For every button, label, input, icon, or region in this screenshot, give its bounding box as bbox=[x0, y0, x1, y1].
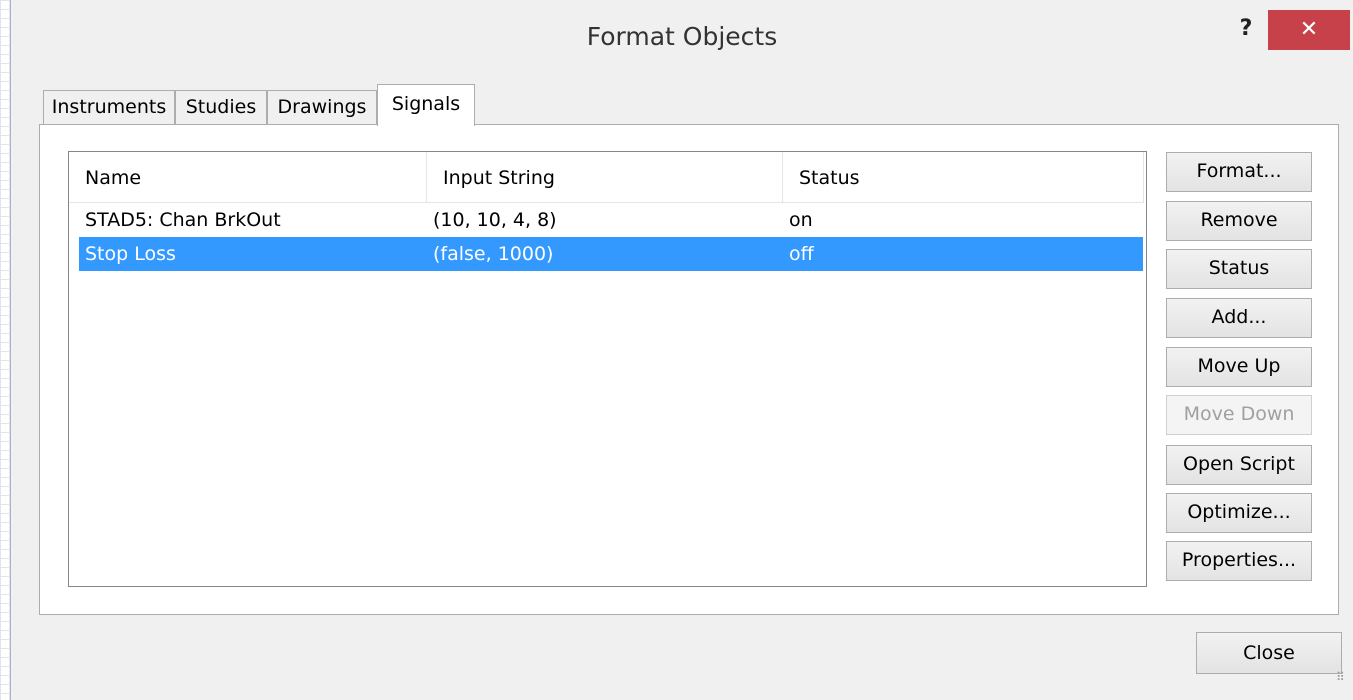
column-header-input-string[interactable]: Input String bbox=[427, 152, 783, 202]
tab-signals[interactable]: Signals bbox=[377, 84, 475, 126]
close-icon: ✕ bbox=[1299, 17, 1319, 42]
row-status-cell: on bbox=[789, 209, 813, 231]
table-row-selected[interactable]: Stop Loss (false, 1000) off bbox=[79, 237, 1143, 271]
format-button[interactable]: Format... bbox=[1166, 152, 1312, 192]
dialog-title: Format Objects bbox=[586, 22, 778, 51]
tab-drawings[interactable]: Drawings bbox=[267, 90, 377, 124]
close-button[interactable]: Close bbox=[1196, 632, 1342, 674]
row-input-cell: (10, 10, 4, 8) bbox=[433, 209, 557, 231]
remove-button[interactable]: Remove bbox=[1166, 201, 1312, 241]
row-status-cell: off bbox=[789, 243, 814, 265]
row-name-cell: Stop Loss bbox=[85, 243, 176, 265]
row-input-cell: (false, 1000) bbox=[433, 243, 554, 265]
column-header-name[interactable]: Name bbox=[69, 152, 427, 202]
help-icon[interactable]: ? bbox=[1231, 14, 1261, 44]
signals-list[interactable]: Name Input String Status STAD5: Chan Brk… bbox=[68, 151, 1147, 587]
tab-instruments[interactable]: Instruments bbox=[43, 90, 175, 124]
signals-panel: Name Input String Status STAD5: Chan Brk… bbox=[39, 124, 1339, 615]
close-window-button[interactable]: ✕ bbox=[1268, 10, 1350, 50]
add-button[interactable]: Add... bbox=[1166, 298, 1312, 338]
row-name-cell: STAD5: Chan BrkOut bbox=[85, 209, 281, 231]
format-objects-dialog: Format Objects ? ✕ Instruments Studies D… bbox=[10, 0, 1353, 700]
properties-button[interactable]: Properties... bbox=[1166, 541, 1312, 581]
status-button[interactable]: Status bbox=[1166, 249, 1312, 289]
table-row[interactable]: STAD5: Chan BrkOut (10, 10, 4, 8) on bbox=[79, 203, 1143, 237]
tab-studies[interactable]: Studies bbox=[175, 90, 267, 124]
move-down-button[interactable]: Move Down bbox=[1166, 395, 1312, 435]
column-header-status[interactable]: Status bbox=[783, 152, 1144, 202]
move-up-button[interactable]: Move Up bbox=[1166, 347, 1312, 387]
open-script-button[interactable]: Open Script bbox=[1166, 445, 1312, 485]
resize-grip-icon[interactable]: ⠿ bbox=[1336, 671, 1352, 689]
optimize-button[interactable]: Optimize... bbox=[1166, 493, 1312, 533]
list-header: Name Input String Status bbox=[69, 152, 1144, 203]
